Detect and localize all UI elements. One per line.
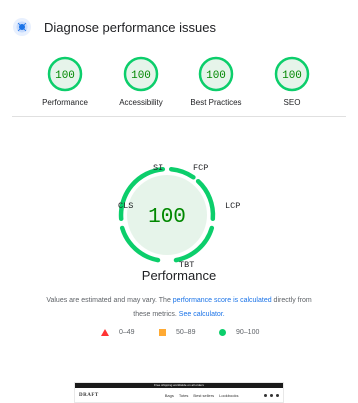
performance-gauge: 100 (118, 166, 216, 263)
legend-item-pass: 90–100 (219, 329, 259, 336)
thumbnail-link: Bags (164, 392, 174, 398)
legend-range: 90–100 (236, 329, 260, 336)
thumbnail-link: Totes (178, 392, 189, 398)
metric-label-lcp: LCP (225, 201, 241, 211)
search-icon (264, 393, 267, 397)
score-value: 100 (55, 70, 75, 82)
thumbnail-links: Bags Totes Best sellers Lookbooks (165, 393, 239, 398)
note-text: Values are estimated and may vary. The (46, 297, 173, 304)
page-screenshot-thumbnail[interactable]: Free shipping worldwide on all orders DR… (74, 382, 284, 403)
thumbnail-icons (264, 393, 279, 397)
score-note: Values are estimated and may vary. The p… (40, 294, 318, 322)
thumbnail-link: Lookbooks (219, 392, 239, 398)
divider (12, 116, 346, 117)
gauge-score: 100 (148, 206, 186, 229)
metric-label-fcp: FCP (193, 163, 209, 173)
square-icon (159, 329, 166, 336)
score-label: Performance (42, 98, 88, 107)
see-calculator-link[interactable]: See calculator. (179, 311, 225, 318)
legend-item-fail: 0–49 (101, 329, 135, 336)
category-scores: 100 Performance 100 Accessibility 100 Be… (0, 55, 358, 115)
legend-item-average: 50–89 (159, 329, 195, 336)
thumbnail-link: Best sellers (193, 392, 215, 398)
thumbnail-nav: DRAFT Bags Totes Best sellers Lookbooks (75, 388, 283, 402)
triangle-icon (101, 329, 109, 336)
score-seo[interactable]: 100 SEO (252, 55, 332, 107)
score-gauge: 100 (123, 56, 159, 92)
circle-icon (219, 329, 226, 336)
legend-range: 0–49 (119, 329, 135, 336)
score-gauge: 100 (198, 56, 234, 92)
score-label: Accessibility (119, 98, 163, 107)
performance-score-link[interactable]: performance score is calculated (173, 297, 272, 304)
metric-label-si: SI (153, 163, 164, 173)
legend-range: 50–89 (176, 329, 196, 336)
section-title: Diagnose performance issues (44, 19, 216, 35)
score-label: Best Practices (190, 98, 242, 107)
score-best-practices[interactable]: 100 Best Practices (176, 55, 256, 107)
thumbnail-logo: DRAFT (79, 392, 99, 398)
score-value: 100 (282, 70, 302, 82)
score-label: SEO (283, 98, 301, 107)
performance-title: Performance (141, 268, 217, 283)
account-icon (270, 393, 273, 397)
score-gauge: 100 (47, 56, 83, 92)
score-value: 100 (131, 70, 151, 82)
cart-icon (276, 393, 279, 397)
section-header: Diagnose performance issues (12, 14, 216, 40)
score-performance[interactable]: 100 Performance (25, 55, 105, 107)
score-accessibility[interactable]: 100 Accessibility (101, 55, 181, 107)
score-value: 100 (206, 70, 226, 82)
lighthouse-icon (12, 17, 32, 37)
metric-label-cls: CLS (118, 201, 134, 211)
score-gauge: 100 (274, 56, 310, 92)
score-legend: 0–49 50–89 90–100 (0, 329, 358, 341)
